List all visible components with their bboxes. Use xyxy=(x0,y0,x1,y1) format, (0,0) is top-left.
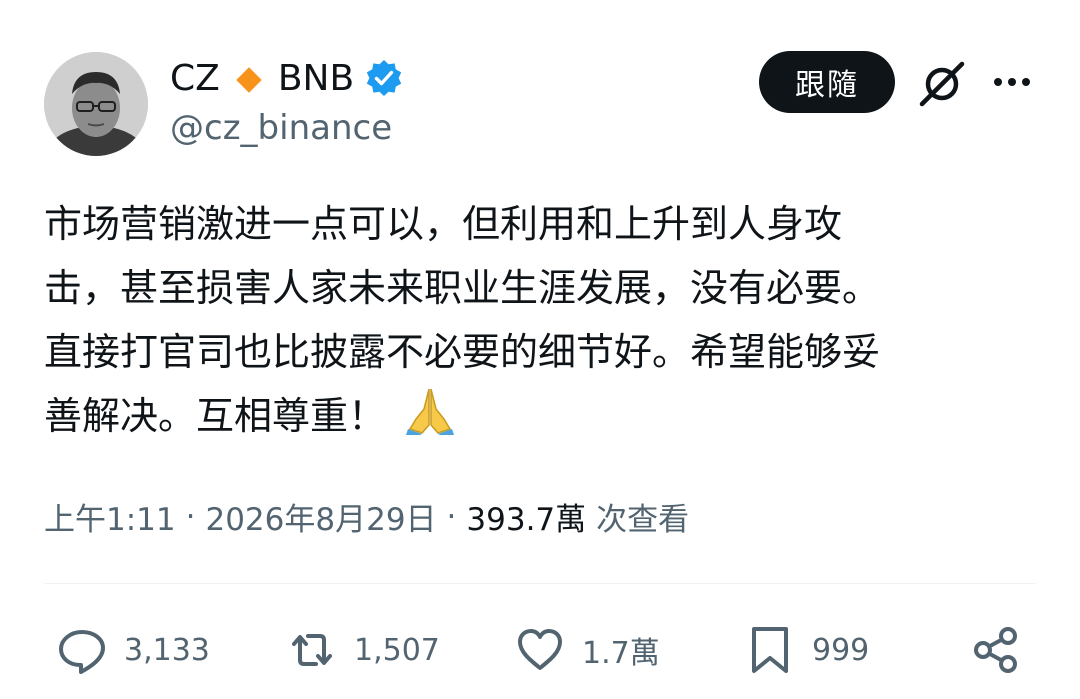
author-name-suffix[interactable]: BNB xyxy=(278,58,354,99)
tweet-line: 直接打官司也比披露不必要的细节好。希望能够妥 xyxy=(44,330,881,374)
tweet-meta: 上午1:11 · 2026年8月29日 · 393.7萬 次查看 xyxy=(44,494,689,539)
author-handle[interactable]: @cz_binance xyxy=(170,108,392,148)
tweet-actions-bar: 3,133 1,507 1.7萬 999 xyxy=(0,618,1080,682)
separator-dot: · xyxy=(446,498,457,535)
divider xyxy=(44,583,1036,584)
avatar[interactable] xyxy=(44,52,148,156)
like-count: 1.7萬 xyxy=(582,636,660,671)
tweet-text: 市场营销激进一点可以，但利用和上升到人身攻 击，甚至损害人家未来职业生涯发展，没… xyxy=(44,192,1034,454)
diamond-icon xyxy=(234,63,264,93)
tweet-line-text: 善解决。互相尊重！ xyxy=(44,394,387,438)
repost-button[interactable]: 1,507 xyxy=(286,618,440,682)
folded-hands-emoji-icon xyxy=(402,385,458,454)
grok-icon[interactable] xyxy=(916,58,968,110)
reply-count: 3,133 xyxy=(124,632,210,668)
avatar-image xyxy=(44,52,148,156)
separator-dot: · xyxy=(185,498,196,535)
reply-icon xyxy=(59,630,105,674)
tweet-line: 击，甚至损害人家未来职业生涯发展，没有必要。 xyxy=(44,266,881,310)
repost-icon xyxy=(292,634,332,666)
repost-count: 1,507 xyxy=(354,632,440,668)
view-count: 393.7萬 xyxy=(466,502,587,538)
bookmark-count: 999 xyxy=(812,632,870,668)
follow-button[interactable]: 跟隨 xyxy=(759,51,895,113)
heart-icon xyxy=(518,629,562,670)
author-name[interactable]: CZ xyxy=(170,58,220,99)
tweet-date[interactable]: 2026年8月29日 xyxy=(205,494,436,539)
like-button[interactable]: 1.7萬 xyxy=(514,618,660,682)
reply-button[interactable]: 3,133 xyxy=(56,618,210,682)
verified-badge-icon[interactable] xyxy=(364,58,404,98)
tweet-line: 市场营销激进一点可以，但利用和上升到人身攻 xyxy=(44,202,843,246)
share-button[interactable] xyxy=(970,618,1022,682)
share-icon xyxy=(974,627,1017,673)
bookmark-icon xyxy=(752,627,788,673)
bookmark-button[interactable]: 999 xyxy=(744,618,869,682)
author-name-row[interactable]: CZ BNB xyxy=(170,52,404,104)
tweet-line: 善解决。互相尊重！ xyxy=(44,384,1034,454)
tweet-time[interactable]: 上午1:11 xyxy=(44,494,176,539)
more-options-icon[interactable] xyxy=(990,70,1034,94)
view-count-label: 次查看 xyxy=(596,502,690,538)
